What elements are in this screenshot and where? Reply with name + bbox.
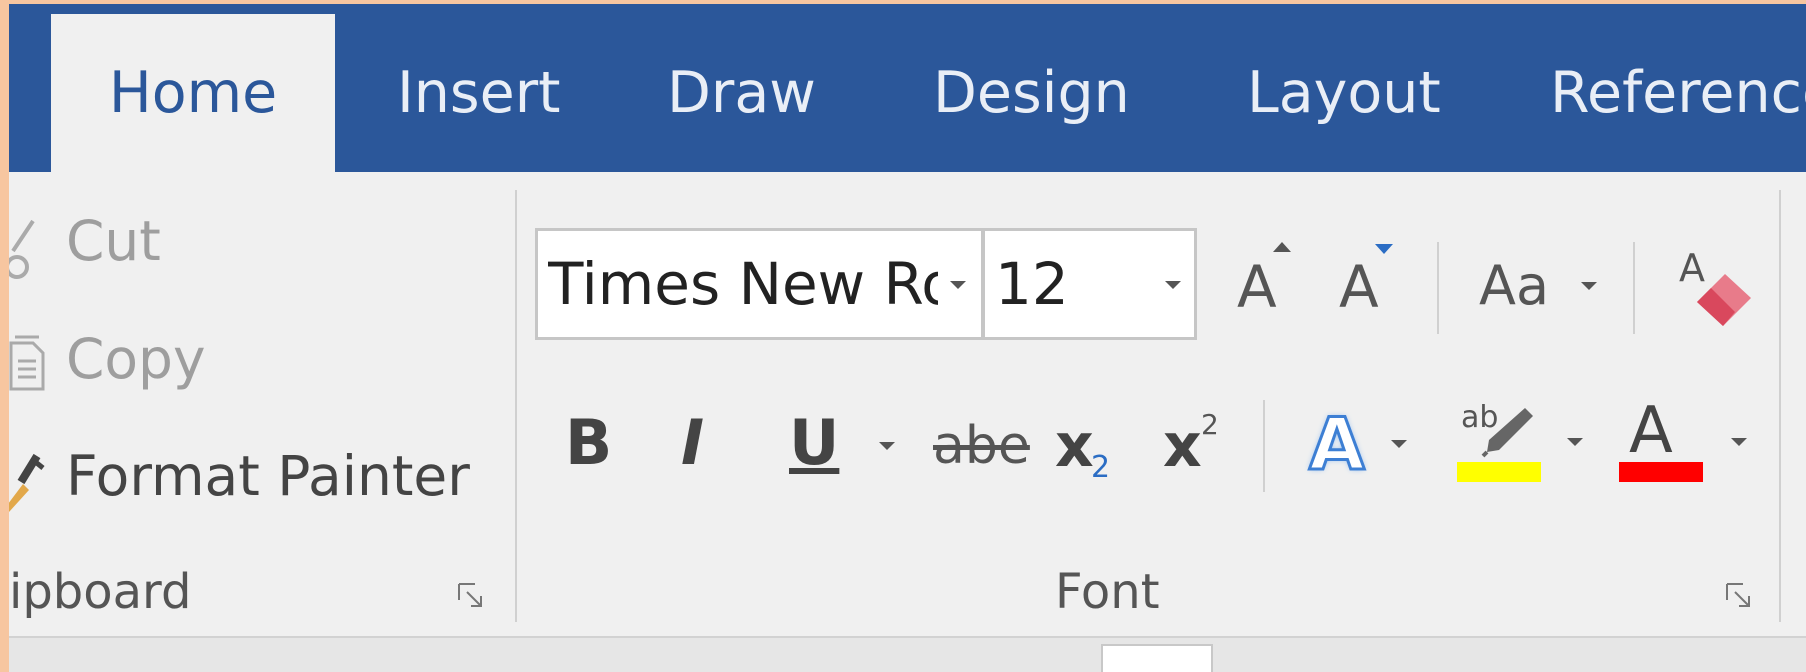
tab-draw[interactable]: Draw — [667, 14, 816, 172]
font-color-glyph: A — [1629, 394, 1673, 468]
format-painter-icon — [9, 453, 45, 512]
cut-label: Cut — [66, 209, 161, 273]
document-area-edge — [9, 638, 1806, 672]
font-name-dropdown-arrow-icon[interactable] — [950, 281, 966, 289]
word-ribbon: Home Insert Draw Design Layout Reference… — [9, 4, 1806, 672]
change-case-dropdown-arrow-icon[interactable] — [1581, 282, 1597, 290]
ribbon-tab-bar: Home Insert Draw Design Layout Reference — [9, 4, 1806, 172]
group-separator — [515, 190, 517, 622]
grow-font-glyph: A — [1237, 253, 1277, 321]
font-color-dropdown-arrow-icon[interactable] — [1731, 438, 1747, 446]
font-size-value: 12 — [995, 250, 1069, 318]
text-effects-button[interactable]: A — [1307, 401, 1417, 492]
ruler-corner — [1101, 644, 1213, 672]
clipboard-group-label: ipboard — [9, 564, 192, 620]
subscript-glyph: x — [1055, 411, 1094, 481]
tab-layout[interactable]: Layout — [1247, 14, 1441, 172]
change-case-label: Aa — [1479, 254, 1550, 317]
copy-icon — [9, 335, 45, 391]
text-effects-glyph: A — [1308, 401, 1367, 488]
shrink-font-glyph: A — [1339, 253, 1379, 321]
strikethrough-button[interactable]: abe — [933, 416, 1030, 476]
italic-button[interactable]: I — [681, 412, 704, 474]
font-group-label: Font — [1055, 564, 1160, 620]
font-name-combobox[interactable]: Times New Ro — [535, 228, 987, 340]
format-painter-label: Format Painter — [66, 444, 470, 508]
tab-references[interactable]: Reference — [1550, 14, 1806, 172]
text-effects-dropdown-arrow-icon[interactable] — [1391, 440, 1407, 448]
superscript-digit: 2 — [1201, 408, 1219, 441]
highlight-color-swatch — [1457, 462, 1541, 482]
shrink-font-button[interactable]: A — [1333, 240, 1403, 330]
copy-button[interactable]: Copy — [9, 327, 229, 407]
copy-label: Copy — [66, 327, 206, 391]
underline-glyph: U — [789, 406, 840, 479]
cut-button[interactable]: Cut — [9, 209, 189, 289]
clipboard-dialog-launcher-icon[interactable] — [455, 580, 485, 610]
grow-font-button[interactable]: A — [1231, 240, 1301, 330]
format-painter-button[interactable]: Format Painter — [9, 444, 479, 524]
grow-caret-icon — [1273, 242, 1291, 252]
highlighter-pen-icon — [1481, 408, 1533, 458]
tab-home[interactable]: Home — [51, 14, 335, 172]
change-case-button[interactable]: Aa — [1475, 250, 1605, 330]
superscript-glyph: x — [1163, 411, 1202, 481]
highlight-dropdown-arrow-icon[interactable] — [1567, 438, 1583, 446]
bold-button[interactable]: B — [565, 412, 612, 474]
toolbar-separator — [1437, 242, 1439, 334]
scissors-icon — [9, 219, 35, 279]
tab-design[interactable]: Design — [933, 14, 1130, 172]
superscript-button[interactable]: x 2 — [1159, 408, 1239, 488]
tab-insert[interactable]: Insert — [397, 14, 561, 172]
group-separator — [1779, 190, 1781, 622]
font-size-combobox[interactable]: 12 — [981, 228, 1197, 340]
underline-dropdown-arrow-icon[interactable] — [879, 442, 895, 450]
font-dialog-launcher-icon[interactable] — [1723, 580, 1753, 610]
font-color-swatch — [1619, 462, 1703, 482]
shrink-caret-icon — [1375, 244, 1393, 254]
font-color-button[interactable]: A — [1619, 394, 1759, 492]
clear-formatting-button[interactable]: A — [1673, 240, 1769, 336]
font-size-dropdown-arrow-icon[interactable] — [1165, 281, 1181, 289]
subscript-digit: 2 — [1091, 450, 1111, 485]
text-highlight-button[interactable]: ab — [1457, 400, 1597, 492]
underline-button[interactable]: U — [783, 408, 903, 488]
toolbar-separator — [1633, 242, 1635, 334]
eraser-icon — [1697, 274, 1751, 326]
toolbar-separator — [1263, 400, 1265, 492]
subscript-button[interactable]: x 2 — [1051, 408, 1131, 488]
font-name-value: Times New Ro — [548, 250, 938, 318]
